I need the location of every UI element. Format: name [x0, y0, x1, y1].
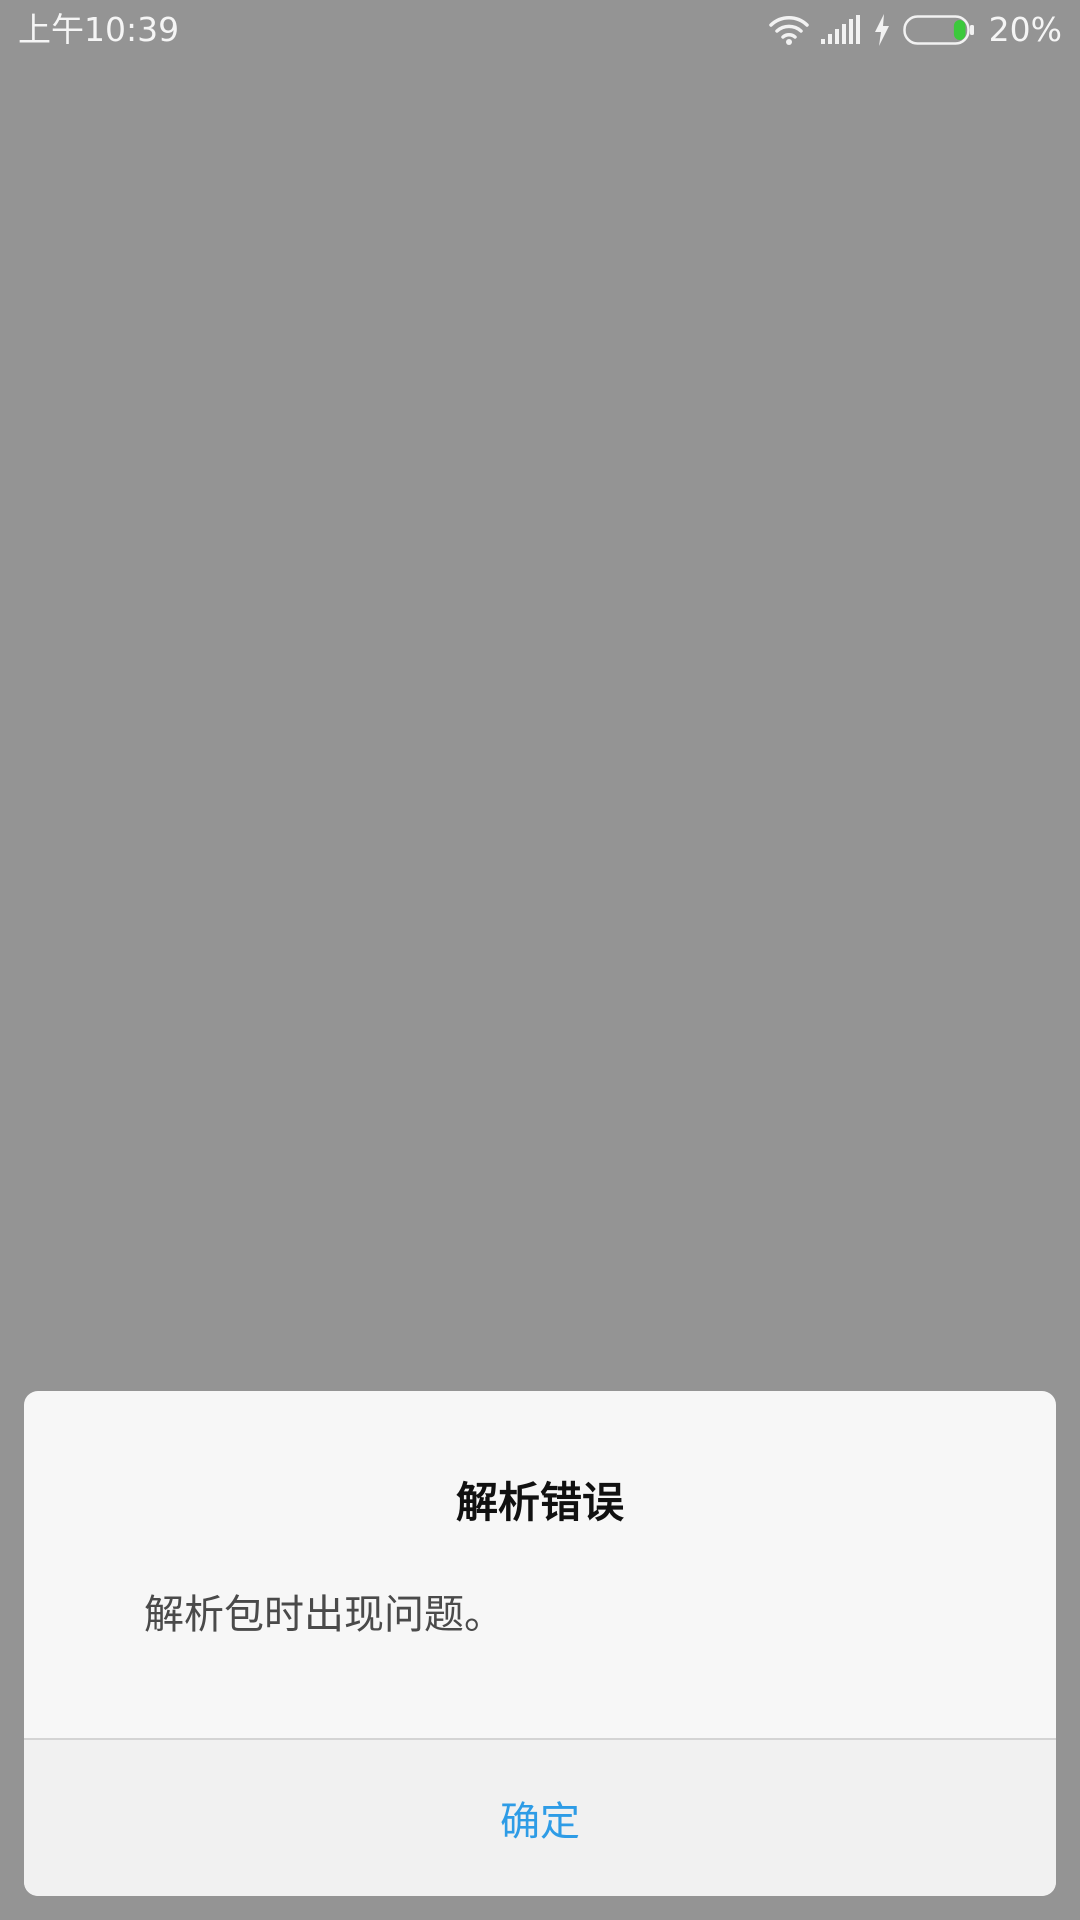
dialog-message: 解析包时出现问题。 [144, 1592, 504, 1638]
status-time: 上午10:39 [18, 10, 180, 49]
status-icons: 20% [768, 10, 1062, 50]
signal-icon [820, 15, 861, 45]
wifi-icon [768, 14, 809, 46]
confirm-button[interactable]: 确定 [440, 1769, 640, 1867]
battery-fill [953, 20, 966, 40]
parse-error-dialog: 解析错误 解析包时出现问题。 确定 [24, 1391, 1056, 1896]
dialog-title: 解析错误 [455, 1478, 624, 1527]
charging-icon [873, 14, 891, 46]
status-bar: 上午10:39 20% [0, 0, 1080, 60]
battery-icon [902, 15, 975, 45]
screen: 上午10:39 20% 解析错误 解析包时出现问题。 确定 [0, 0, 1080, 1920]
battery-percent: 20% [988, 10, 1062, 49]
dialog-footer: 确定 [24, 1740, 1056, 1896]
